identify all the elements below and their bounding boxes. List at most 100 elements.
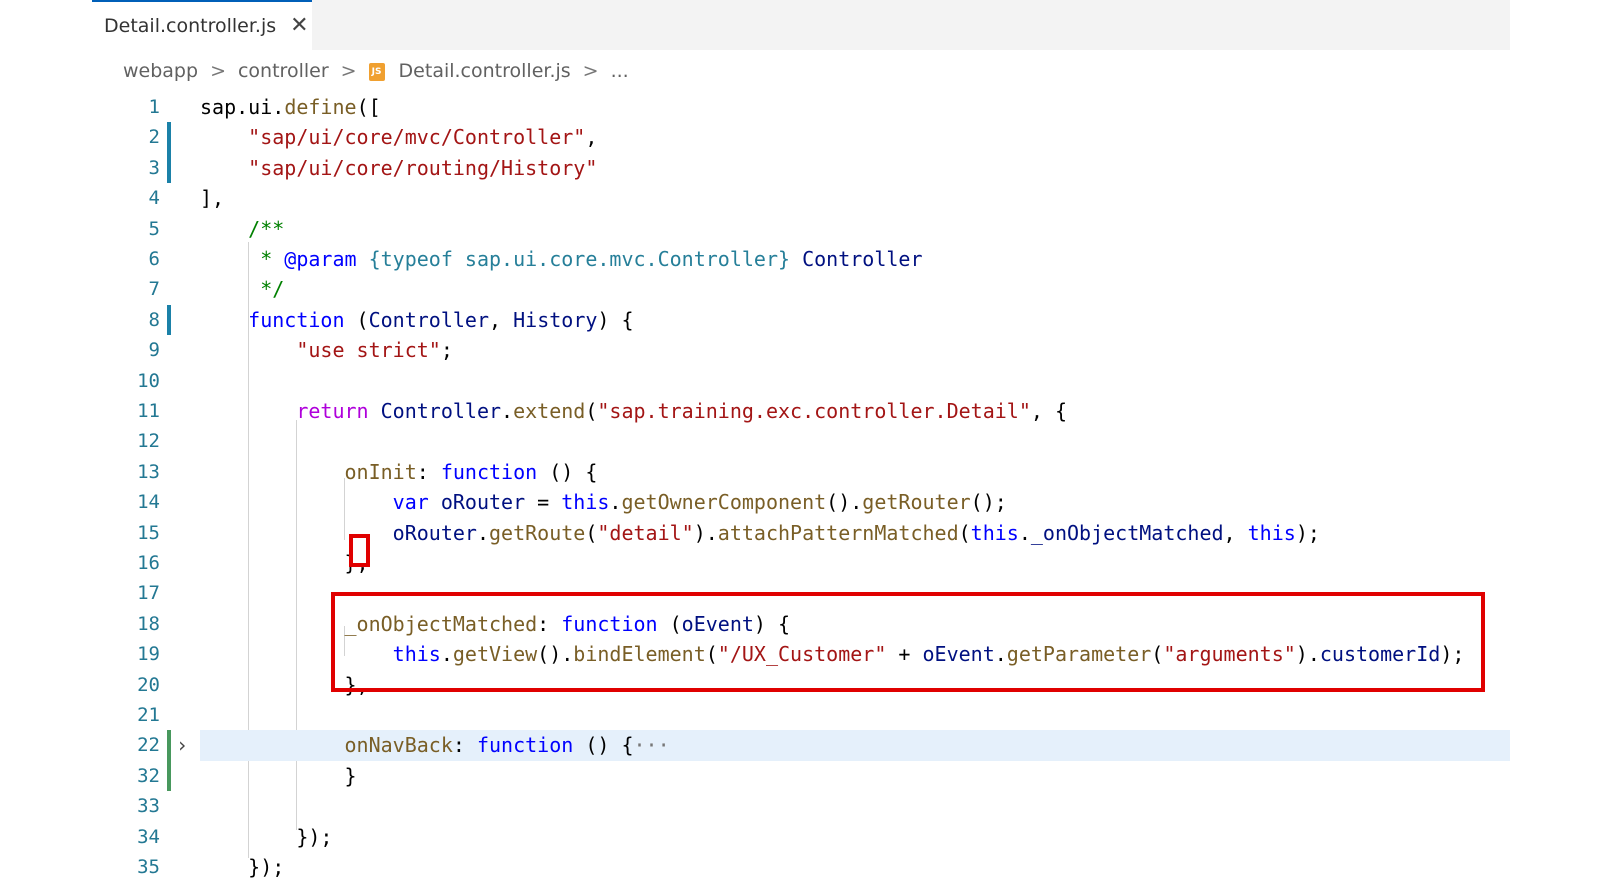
line-number: 20 — [137, 673, 160, 696]
code-token: ( — [585, 399, 598, 423]
line-number: 21 — [137, 704, 160, 726]
code-token: oRouter — [440, 490, 526, 515]
editor-window: Detail.controller.js ✕ webapp > controll… — [0, 0, 1600, 886]
code-line[interactable]: 15 oRouter.getRoute("detail").attachPatt… — [0, 518, 1510, 548]
git-modified-marker[interactable] — [167, 152, 171, 184]
code-line[interactable]: 16 }, — [0, 548, 1510, 578]
line-number: 11 — [137, 400, 160, 422]
close-icon[interactable]: ✕ — [290, 15, 308, 37]
code-editor[interactable]: 1 sap.ui.define([2 "sap/ui/core/mvc/Contr… — [0, 90, 1510, 886]
code-token: . — [476, 520, 489, 545]
code-token: . — [236, 95, 249, 119]
code-token: define — [284, 95, 357, 119]
line-number: 5 — [148, 217, 160, 240]
code-line[interactable]: 9 "use strict"; — [0, 335, 1510, 365]
code-line[interactable]: 35 }); — [0, 852, 1510, 882]
code-line[interactable]: 10 — [0, 366, 1510, 396]
line-number: 3 — [148, 156, 160, 179]
code-line[interactable]: 11 return Controller.extend("sap.trainin… — [0, 396, 1510, 426]
code-token: , { — [1030, 399, 1067, 423]
code-token: : — [416, 459, 441, 484]
code-token: */ — [248, 277, 285, 302]
code-line[interactable]: 4], — [0, 183, 1510, 213]
code-line[interactable]: 1 sap.ui.define([ — [0, 92, 1510, 122]
line-number: 34 — [137, 825, 160, 848]
code-line[interactable]: 2 "sap/ui/core/mvc/Controller", — [0, 122, 1510, 153]
code-token: = — [525, 490, 562, 515]
code-token: }); — [200, 855, 285, 879]
chevron-right-icon: > — [210, 60, 226, 82]
code-text: }, — [200, 548, 1510, 578]
code-line[interactable]: 13 onInit: function () { — [0, 457, 1510, 487]
code-line[interactable]: 3 "sap/ui/core/routing/History" — [0, 152, 1510, 184]
code-token: . — [1018, 520, 1031, 545]
line-number: 16 — [137, 552, 160, 574]
breadcrumb: webapp > controller > JS Detail.controll… — [123, 56, 629, 86]
git-modified-marker[interactable] — [167, 122, 171, 153]
git-added-marker[interactable] — [167, 760, 171, 792]
annotation-highlight-comma — [349, 534, 370, 567]
code-token: extend — [513, 399, 586, 423]
code-token: ( — [344, 307, 369, 332]
code-line[interactable]: 5 /** — [0, 214, 1510, 244]
code-token: () { — [537, 459, 598, 484]
code-token: onNavBack — [344, 733, 453, 758]
line-number: 10 — [137, 369, 160, 392]
code-line[interactable]: 12 — [0, 426, 1510, 456]
code-text: }); — [200, 822, 1510, 852]
breadcrumb-item-controller[interactable]: controller — [238, 60, 329, 82]
code-token: ( — [585, 520, 598, 545]
code-line[interactable]: 32 } — [0, 760, 1510, 792]
line-number: 22 — [137, 734, 160, 757]
breadcrumb-item-file[interactable]: Detail.controller.js — [399, 60, 571, 82]
code-token: "detail" — [597, 520, 694, 545]
code-token: } — [200, 763, 357, 788]
code-line[interactable]: 22 › onNavBack: function () {··· — [0, 730, 1510, 761]
line-number: 19 — [137, 643, 160, 666]
line-number: 7 — [148, 278, 160, 301]
code-text: var oRouter = this.getOwnerComponent().g… — [200, 487, 1510, 517]
line-number: 12 — [137, 430, 160, 453]
line-number: 13 — [137, 460, 160, 483]
code-line[interactable]: 7 */ — [0, 274, 1510, 304]
code-text: return Controller.extend("sap.training.e… — [200, 396, 1510, 426]
code-text: "sap/ui/core/routing/History" — [200, 153, 1510, 183]
breadcrumb-item-webapp[interactable]: webapp — [123, 60, 198, 82]
code-line[interactable]: 8 function (Controller, History) { — [0, 304, 1510, 336]
code-line[interactable]: 14 var oRouter = this.getOwnerComponent(… — [0, 487, 1510, 517]
tab-detail-controller[interactable]: Detail.controller.js ✕ — [92, 0, 312, 50]
line-number: 14 — [137, 491, 160, 514]
code-text: ], — [200, 183, 1510, 213]
line-number: 15 — [137, 521, 160, 544]
code-line[interactable]: 21 — [0, 700, 1510, 730]
code-token: getRoute — [489, 520, 586, 545]
line-number: 6 — [148, 248, 160, 270]
code-token: History — [513, 307, 598, 332]
code-line[interactable]: 34 }); — [0, 822, 1510, 852]
code-token: this — [970, 520, 1019, 545]
code-line[interactable]: 33 — [0, 791, 1510, 821]
line-number: 9 — [148, 339, 160, 362]
code-text: onInit: function () { — [200, 457, 1510, 487]
code-token: "sap.training.exc.controller.Detail" — [597, 399, 1031, 423]
code-token: {typeof sap.ui.core.mvc.Controller} — [368, 247, 791, 271]
tab-label: Detail.controller.js — [104, 15, 277, 37]
code-token: ). — [693, 520, 718, 545]
code-token: }, — [200, 551, 369, 575]
git-modified-marker[interactable] — [167, 304, 171, 336]
code-token: attachPatternMatched — [717, 520, 959, 545]
breadcrumb-item-more[interactable]: ... — [611, 60, 629, 82]
code-line[interactable]: 6 * @param {typeof sap.ui.core.mvc.Contr… — [0, 244, 1510, 274]
git-added-marker[interactable] — [167, 730, 171, 761]
tab-bar: Detail.controller.js ✕ — [92, 0, 1510, 50]
fold-chevron-icon[interactable]: › — [176, 730, 188, 760]
code-token: ··· — [633, 733, 670, 758]
code-token: oRouter — [392, 520, 477, 545]
